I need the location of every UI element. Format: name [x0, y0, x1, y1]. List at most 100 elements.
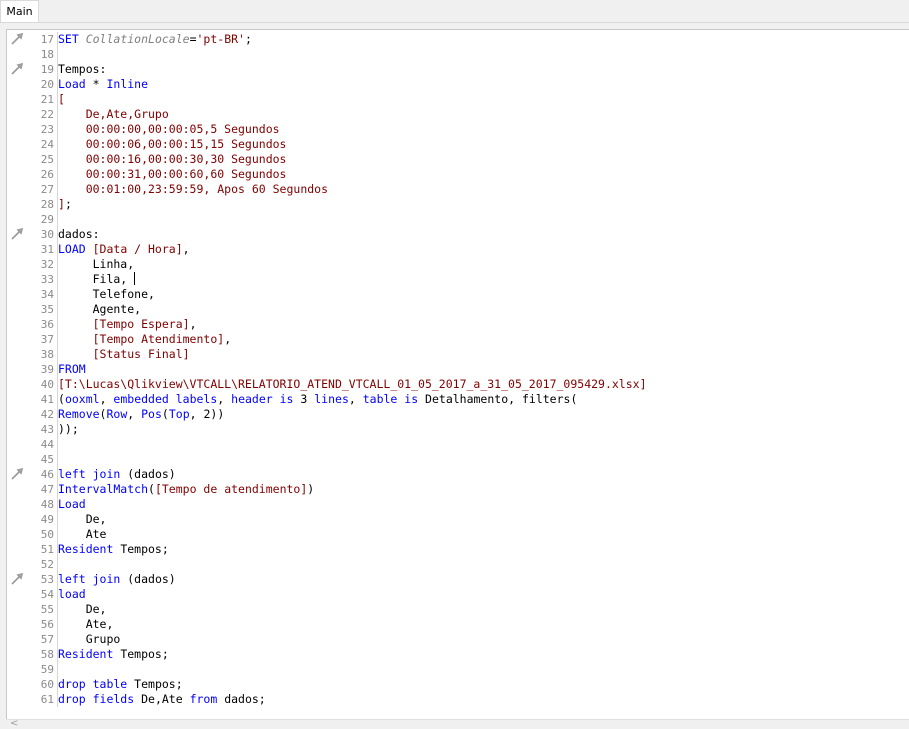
code-text[interactable]: De,Ate,Grupo — [57, 107, 169, 122]
code-text[interactable]: )); — [57, 422, 79, 437]
code-text[interactable]: Grupo — [57, 632, 120, 647]
code-text[interactable]: left join (dados) — [57, 467, 176, 482]
code-text[interactable]: Resident Tempos; — [57, 647, 169, 662]
section-wrench-icon[interactable] — [10, 572, 24, 586]
code-line[interactable]: 54 load — [7, 587, 909, 602]
code-line[interactable]: 17 SET CollationLocale='pt-BR'; — [7, 32, 909, 47]
code-line[interactable]: 40 [T:\Lucas\Qlikview\VTCALL\RELATORIO_AT… — [7, 377, 909, 392]
code-line[interactable]: 42 Remove(Row, Pos(Top, 2)) — [7, 407, 909, 422]
code-text[interactable]: [Tempo Atendimento], — [57, 332, 231, 347]
code-line[interactable]: 18 — [7, 47, 909, 62]
code-line[interactable]: 35 Agente, — [7, 302, 909, 317]
code-text[interactable] — [57, 212, 58, 227]
code-line[interactable]: 59 — [7, 662, 909, 677]
code-line[interactable]: 51 Resident Tempos; — [7, 542, 909, 557]
code-text[interactable]: [ — [57, 92, 65, 107]
code-line[interactable]: 38 [Status Final] — [7, 347, 909, 362]
code-line[interactable]: 33 Fila, — [7, 272, 909, 287]
section-wrench-icon[interactable] — [10, 62, 24, 76]
code-text[interactable]: load — [57, 587, 86, 602]
code-text[interactable]: [Tempo Espera], — [57, 317, 197, 332]
code-text[interactable]: (ooxml, embedded labels, header is 3 lin… — [57, 392, 577, 407]
code-text[interactable] — [57, 437, 58, 452]
code-text[interactable]: [Status Final] — [57, 347, 190, 362]
code-text[interactable]: LOAD [Data / Hora], — [57, 242, 190, 257]
code-text[interactable]: Fila, — [57, 272, 136, 287]
code-text[interactable]: drop fields De,Ate from dados; — [57, 692, 266, 707]
code-text[interactable]: 00:00:06,00:00:15,15 Segundos — [57, 137, 286, 152]
code-text[interactable]: De, — [57, 512, 106, 527]
code-text[interactable]: FROM — [57, 362, 86, 377]
code-text[interactable]: Ate, — [57, 617, 113, 632]
code-text[interactable]: Load — [57, 497, 86, 512]
code-text[interactable]: Tempos: — [57, 62, 106, 77]
code-text[interactable]: 00:00:00,00:00:05,5 Segundos — [57, 122, 280, 137]
code-line[interactable]: 60 drop table Tempos; — [7, 677, 909, 692]
section-wrench-icon[interactable] — [10, 32, 24, 46]
code-text[interactable]: De, — [57, 602, 106, 617]
code-text[interactable]: Telefone, — [57, 287, 155, 302]
scroll-left-arrow-icon[interactable]: < — [10, 718, 18, 729]
code-text[interactable]: SET CollationLocale='pt-BR'; — [57, 32, 252, 47]
code-line[interactable]: 23 00:00:00,00:00:05,5 Segundos — [7, 122, 909, 137]
code-text[interactable]: Linha, — [57, 257, 134, 272]
code-line[interactable]: 44 — [7, 437, 909, 452]
code-line[interactable]: 30 dados: — [7, 227, 909, 242]
code-text[interactable]: dados: — [57, 227, 100, 242]
code-text[interactable]: Load * Inline — [57, 77, 148, 92]
script-editor[interactable]: 17 SET CollationLocale='pt-BR'; 18 19 Tempos… — [6, 29, 909, 720]
code-text[interactable]: 00:00:16,00:00:30,30 Segundos — [57, 152, 286, 167]
code-line[interactable]: 31 LOAD [Data / Hora], — [7, 242, 909, 257]
code-line[interactable]: 19 Tempos: — [7, 62, 909, 77]
code-line[interactable]: 26 00:00:31,00:00:60,60 Segundos — [7, 167, 909, 182]
code-line[interactable]: 55 De, — [7, 602, 909, 617]
code-text[interactable]: [T:\Lucas\Qlikview\VTCALL\RELATORIO_ATEN… — [57, 377, 647, 392]
code-text[interactable]: Resident Tempos; — [57, 542, 169, 557]
code-line[interactable]: 21 [ — [7, 92, 909, 107]
code-text[interactable]: 00:01:00,23:59:59, Apos 60 Segundos — [57, 182, 328, 197]
code-token: , — [127, 407, 142, 421]
code-text[interactable]: left join (dados) — [57, 572, 176, 587]
code-text[interactable] — [57, 47, 58, 62]
code-line[interactable]: 28]; — [7, 197, 909, 212]
code-line[interactable]: 50 Ate — [7, 527, 909, 542]
code-line[interactable]: 57 Grupo — [7, 632, 909, 647]
section-wrench-icon[interactable] — [10, 227, 24, 241]
code-line[interactable]: 20 Load * Inline — [7, 77, 909, 92]
code-line[interactable]: 36 [Tempo Espera], — [7, 317, 909, 332]
code-text[interactable]: Remove(Row, Pos(Top, 2)) — [57, 407, 224, 422]
code-line[interactable]: 58 Resident Tempos; — [7, 647, 909, 662]
line-number: 49 — [40, 513, 54, 526]
code-line[interactable]: 37 [Tempo Atendimento], — [7, 332, 909, 347]
code-line[interactable]: 53 left join (dados) — [7, 572, 909, 587]
code-line[interactable]: 47 IntervalMatch([Tempo de atendimento]) — [7, 482, 909, 497]
code-text[interactable] — [57, 662, 58, 677]
code-text[interactable]: ]; — [57, 197, 72, 212]
code-text[interactable]: 00:00:31,00:00:60,60 Segundos — [57, 167, 286, 182]
code-line[interactable]: 46 left join (dados) — [7, 467, 909, 482]
code-line[interactable]: 43)); — [7, 422, 909, 437]
tab-main[interactable]: Main — [0, 0, 39, 22]
section-wrench-icon[interactable] — [10, 467, 24, 481]
code-line[interactable]: 27 00:01:00,23:59:59, Apos 60 Segundos — [7, 182, 909, 197]
code-line[interactable]: 41 (ooxml, embedded labels, header is 3 l… — [7, 392, 909, 407]
code-text[interactable] — [57, 557, 58, 572]
code-text[interactable]: drop table Tempos; — [57, 677, 183, 692]
code-line[interactable]: 22 De,Ate,Grupo — [7, 107, 909, 122]
code-line[interactable]: 61 drop fields De,Ate from dados; — [7, 692, 909, 707]
code-line[interactable]: 32 Linha, — [7, 257, 909, 272]
code-line[interactable]: 48 Load — [7, 497, 909, 512]
code-line[interactable]: 45 — [7, 452, 909, 467]
code-line[interactable]: 29 — [7, 212, 909, 227]
code-line[interactable]: 49 De, — [7, 512, 909, 527]
code-text[interactable] — [57, 452, 58, 467]
code-text[interactable]: Agente, — [57, 302, 141, 317]
code-line[interactable]: 24 00:00:06,00:00:15,15 Segundos — [7, 137, 909, 152]
code-line[interactable]: 39 FROM — [7, 362, 909, 377]
code-line[interactable]: 56 Ate, — [7, 617, 909, 632]
code-text[interactable]: Ate — [57, 527, 106, 542]
code-line[interactable]: 25 00:00:16,00:00:30,30 Segundos — [7, 152, 909, 167]
code-text[interactable]: IntervalMatch([Tempo de atendimento]) — [57, 482, 314, 497]
code-line[interactable]: 34 Telefone, — [7, 287, 909, 302]
code-line[interactable]: 52 — [7, 557, 909, 572]
